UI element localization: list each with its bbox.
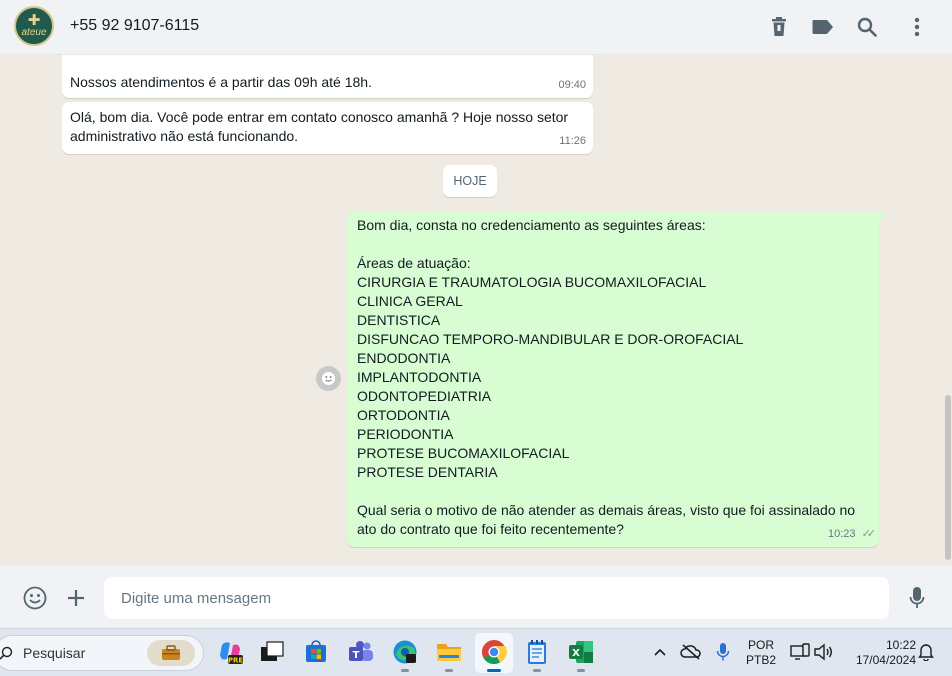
language-indicator[interactable]: POR PTB2 [744, 638, 778, 668]
day-divider: HOJE [443, 165, 497, 197]
running-indicator [533, 669, 541, 672]
message-time-status: 10:23 ✓✓ [827, 525, 877, 544]
message-line: Áreas de atuação: [357, 255, 471, 271]
work-briefcase-icon[interactable] [147, 640, 195, 666]
message-line: PERIODONTIA [357, 426, 454, 442]
microsoft-store-icon[interactable] [302, 638, 330, 666]
svg-text:T: T [353, 650, 360, 661]
running-indicator [445, 669, 453, 672]
message-line: IMPLANTODONTIA [357, 369, 482, 385]
microphone-in-use-icon[interactable] [709, 638, 737, 666]
message-line: ENDODONTIA [357, 350, 451, 366]
notification-bell-icon[interactable] [912, 638, 940, 666]
excel-icon[interactable]: X [567, 638, 595, 672]
message-line: DENTISTICA [357, 312, 441, 328]
running-indicator [401, 669, 409, 672]
svg-text:X: X [572, 648, 580, 659]
clock-time: 10:22 [885, 638, 916, 652]
taskbar-search-label: Pesquisar [23, 645, 86, 661]
clock[interactable]: 10:22 17/04/2024 [842, 638, 916, 668]
notepad-icon[interactable] [523, 638, 551, 672]
message-text: Nossos atendimentos é a partir das 09h a… [70, 73, 372, 92]
message-list[interactable]: Nossos atendimentos é a partir das 09h a… [0, 55, 952, 566]
message-time: 11:26 [559, 135, 586, 147]
message-bubble-incoming[interactable]: Nossos atendimentos é a partir das 09h a… [62, 55, 593, 98]
task-view-icon[interactable] [258, 638, 286, 666]
language-code: POR [747, 638, 774, 652]
bubble-tail [879, 211, 887, 222]
avatar-logo-text: ateue [21, 27, 47, 38]
message-line [357, 235, 855, 254]
active-indicator [487, 669, 501, 672]
message-line: ODONTOPEDIATRIA [357, 388, 492, 404]
message-composer [0, 566, 952, 628]
windows-taskbar: Pesquisar PRE T X POR PTB2 10:22 17/04/2… [0, 628, 952, 676]
message-line: ORTODONTIA [357, 407, 450, 423]
message-line: CIRURGIA E TRAUMATOLOGIA BUCOMAXILOFACIA… [357, 274, 707, 290]
message-input[interactable] [104, 577, 889, 619]
message-line: Nossos atendimentos é a partir das 09h a… [70, 74, 372, 90]
message-time: 10:23 [827, 528, 856, 540]
message-bubble-incoming[interactable]: Olá, bom dia. Você pode entrar em contat… [62, 102, 593, 154]
message-line: PROTESE BUCOMAXILOFACIAL [357, 445, 570, 461]
label-icon[interactable] [810, 14, 836, 40]
attach-plus-icon[interactable] [63, 585, 89, 611]
keyboard-layout: PTB2 [745, 653, 776, 667]
emoji-icon[interactable] [22, 585, 48, 611]
clock-date: 17/04/2024 [855, 653, 916, 667]
running-indicator [577, 669, 585, 672]
copilot-icon[interactable]: PRE [216, 638, 244, 666]
chat-scrollbar-thumb[interactable] [945, 395, 951, 560]
search-icon[interactable] [854, 14, 880, 40]
teams-icon[interactable]: T [347, 638, 375, 666]
svg-text:PRE: PRE [228, 657, 243, 665]
message-line: administrativo não está funcionando. [70, 128, 299, 144]
message-line: Bom dia, consta no credenciamento as seg… [357, 217, 706, 233]
message-line: ato do contrato que foi feito recentemen… [357, 521, 624, 537]
message-text: Olá, bom dia. Você pode entrar em contat… [70, 108, 568, 146]
delete-icon[interactable] [766, 14, 792, 40]
onedrive-offline-icon[interactable] [677, 638, 705, 666]
menu-icon[interactable] [904, 14, 930, 40]
message-time: 09:40 [558, 79, 586, 91]
message-line: CLINICA GERAL [357, 293, 463, 309]
volume-icon[interactable] [809, 638, 837, 666]
avatar-logo-mark: ✚ [27, 12, 41, 29]
microphone-icon[interactable] [904, 585, 930, 611]
reaction-emoji-icon[interactable] [316, 366, 341, 391]
read-receipt-icon: ✓✓ [861, 528, 877, 540]
contact-avatar[interactable]: ✚ ateue [14, 6, 54, 46]
search-icon [0, 646, 13, 660]
message-text: Bom dia, consta no credenciamento as seg… [357, 216, 855, 539]
message-line: Olá, bom dia. Você pode entrar em contat… [70, 109, 569, 125]
message-line: PROTESE DENTARIA [357, 464, 498, 480]
chat-header: ✚ ateue +55 92 9107-6115 [0, 0, 952, 55]
file-explorer-icon[interactable] [435, 638, 463, 672]
chevron-up-icon[interactable] [646, 638, 674, 666]
edge-icon[interactable] [391, 638, 419, 672]
message-line: DISFUNCAO TEMPORO-MANDIBULAR E DOR-OROFA… [357, 331, 744, 347]
contact-name[interactable]: +55 92 9107-6115 [70, 17, 199, 35]
message-line: Qual seria o motivo de não atender as de… [357, 502, 856, 518]
taskbar-search[interactable]: Pesquisar [0, 635, 204, 671]
chat-scrollbar[interactable] [944, 55, 952, 566]
chrome-icon[interactable] [480, 638, 508, 672]
message-line [357, 482, 855, 501]
message-bubble-outgoing[interactable]: Bom dia, consta no credenciamento as seg… [347, 211, 887, 547]
